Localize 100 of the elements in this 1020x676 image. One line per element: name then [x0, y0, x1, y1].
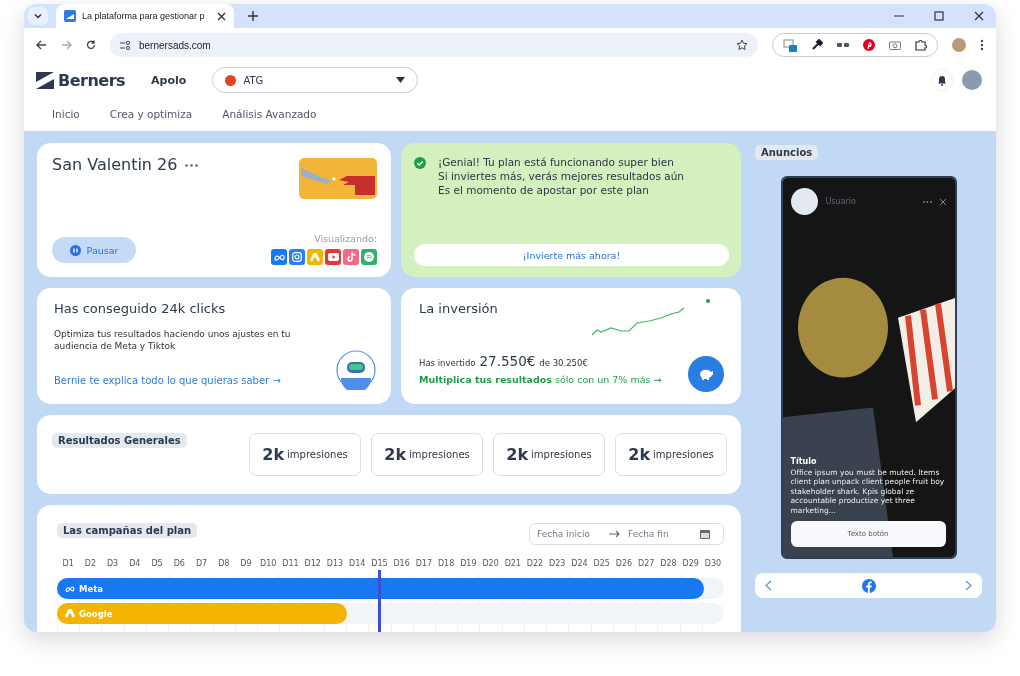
spent-label: Has invertido: [419, 358, 476, 368]
chevron-right-icon[interactable]: [965, 580, 972, 591]
site-settings-icon[interactable]: [120, 40, 131, 50]
nav-tab[interactable]: Crea y optimiza: [109, 107, 193, 122]
piggy-bank-icon: [698, 368, 714, 380]
check-circle-icon: [414, 157, 426, 169]
meta-icon[interactable]: [271, 249, 287, 265]
success-message: ¡Genial! Tu plan está funcionando super bien: [438, 155, 675, 169]
day-label: D25: [592, 559, 611, 568]
day-label: D19: [459, 559, 478, 568]
bernie-link[interactable]: Bernie te explica todo lo que quieras saber →: [54, 375, 281, 386]
piggy-bank-button[interactable]: [688, 356, 724, 392]
spent-amount: 27.550€: [479, 353, 536, 369]
day-label: D3: [105, 559, 120, 568]
more-icon[interactable]: [922, 200, 932, 203]
facebook-icon[interactable]: [861, 578, 876, 593]
browser-tab[interactable]: La plataforma para gestionar p: [56, 4, 234, 28]
tab-search-button[interactable]: [28, 7, 48, 25]
invest-more-button[interactable]: ¡Invierte más ahora!: [414, 244, 729, 266]
day-label: D7: [194, 559, 209, 568]
day-label: D10: [259, 559, 278, 568]
close-icon[interactable]: [974, 11, 984, 21]
spotify-icon[interactable]: [361, 249, 377, 265]
workspace-name[interactable]: Apolo: [151, 73, 187, 87]
calendar-icon[interactable]: [700, 529, 710, 539]
day-label: D27: [637, 559, 656, 568]
day-label: D1: [61, 559, 75, 568]
close-icon[interactable]: [939, 198, 946, 205]
reload-icon[interactable]: [86, 40, 96, 50]
star-icon[interactable]: [736, 39, 748, 51]
ad-username: Usuario: [825, 197, 856, 206]
day-label: D4: [128, 559, 142, 568]
logo-text: Berners: [58, 70, 126, 90]
camera-icon[interactable]: [889, 40, 901, 50]
day-label: D26: [614, 559, 634, 568]
ad-headline: Título: [790, 456, 818, 466]
day-label: D11: [281, 559, 300, 568]
day-label: D8: [217, 559, 231, 568]
day-label: D9: [239, 559, 253, 568]
profile-avatar[interactable]: [952, 38, 966, 52]
day-label: D2: [83, 559, 97, 568]
day-label: D20: [481, 559, 500, 568]
nav-tab[interactable]: Inicio: [52, 107, 80, 122]
tiktok-icon[interactable]: [343, 249, 359, 265]
back-icon[interactable]: [36, 40, 47, 50]
day-label: D24: [570, 559, 589, 568]
day-label: D18: [436, 559, 456, 568]
more-vertical-icon[interactable]: [980, 39, 984, 51]
tab-title: La plataforma para gestionar p: [82, 11, 206, 21]
robot-icon[interactable]: [336, 350, 376, 390]
day-label: D17: [414, 559, 434, 568]
chevron-down-icon: [33, 11, 43, 21]
campaign-title: San Valentin 26: [52, 155, 178, 174]
more-icon[interactable]: [185, 164, 199, 167]
viewing-label: Visualizando:: [314, 233, 377, 244]
puzzle-icon[interactable]: [915, 39, 927, 51]
day-label: D13: [325, 559, 345, 568]
nav-tab[interactable]: Análisis Avanzado: [222, 107, 317, 122]
clicks-title: Has conseguido 24k clicks: [54, 301, 227, 316]
today-marker[interactable]: [378, 570, 382, 632]
investment-title: La inversión: [419, 301, 499, 316]
day-label: D15: [370, 559, 389, 568]
youtube-icon[interactable]: [325, 249, 341, 265]
day-label: D5: [150, 559, 164, 568]
day-label: D29: [681, 559, 700, 568]
chevron-left-icon[interactable]: [765, 580, 772, 591]
pinterest-icon[interactable]: [863, 39, 875, 51]
section-title: Las campañas del plan: [57, 523, 198, 538]
extension-icon[interactable]: [783, 38, 797, 52]
close-icon[interactable]: [217, 11, 226, 21]
day-label: D16: [392, 559, 411, 568]
success-message: Es el momento de apostar por este plan: [438, 183, 650, 197]
day-label: D30: [703, 559, 723, 568]
maximize-icon[interactable]: [934, 11, 944, 21]
day-label: D21: [503, 559, 522, 568]
date-range-field[interactable]: Fecha inicio Fecha fin: [529, 523, 724, 545]
glasses-icon[interactable]: [837, 41, 849, 49]
section-title: Anuncios: [755, 145, 819, 160]
bell-icon: [937, 74, 947, 86]
pause-button[interactable]: Pausar: [52, 237, 136, 263]
instagram-icon[interactable]: [289, 249, 305, 265]
end-date-input[interactable]: Fecha fin: [628, 529, 692, 539]
section-title: Resultados Generales: [52, 433, 187, 448]
day-label: D12: [303, 559, 322, 568]
campaign-bar[interactable]: Meta: [57, 578, 704, 599]
start-date-input[interactable]: Fecha inicio: [537, 529, 601, 539]
eyedropper-icon[interactable]: [811, 39, 823, 51]
url-text: bernersads.com: [139, 39, 211, 51]
user-avatar[interactable]: [962, 70, 982, 90]
clicks-description: Optimiza tus resultados haciendo unos ajustes en tu audiencia de Meta y Tiktok: [54, 328, 292, 352]
day-label: D22: [525, 559, 545, 568]
logo-icon: [36, 71, 54, 89]
multiply-results-link[interactable]: Multiplica tus resultados sólo con un 7% más →: [419, 374, 662, 385]
caret-icon: [396, 77, 406, 83]
new-tab-icon[interactable]: [248, 11, 258, 21]
success-message: Si inviertes más, verás mejores resultados aún: [438, 169, 684, 183]
address-bar[interactable]: bernersads.com: [110, 33, 758, 57]
total-amount: de 30.250€: [539, 358, 588, 368]
day-label: D14: [348, 559, 367, 568]
day-label: D23: [548, 559, 567, 568]
